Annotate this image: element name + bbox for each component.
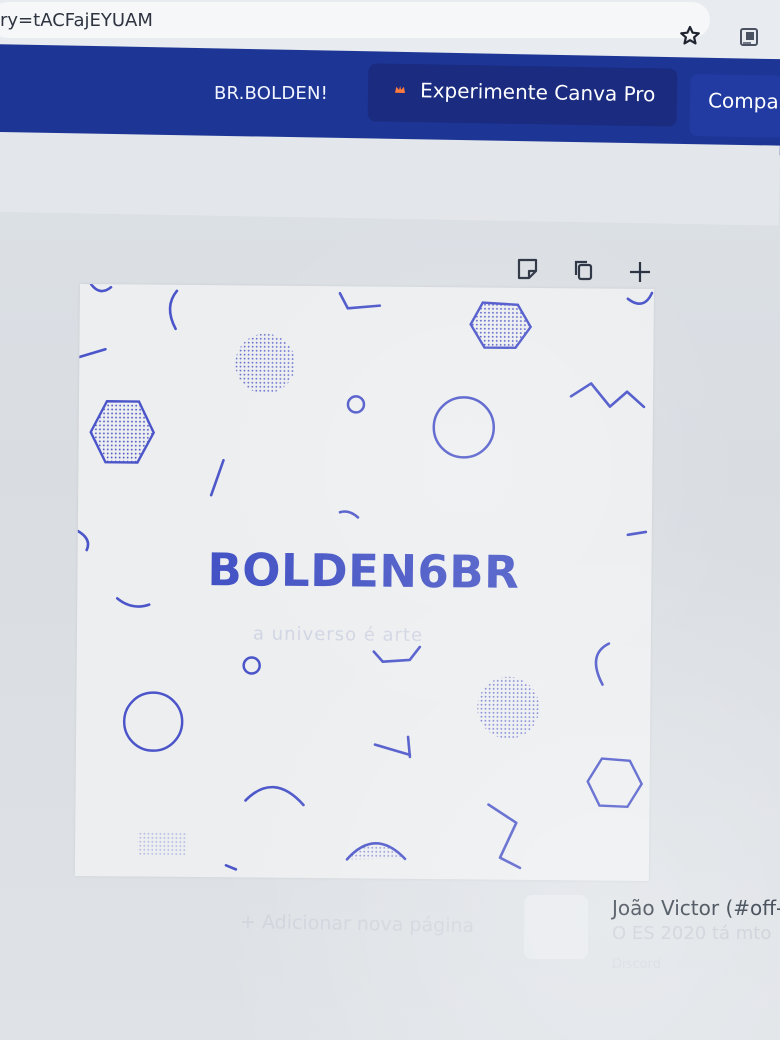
crown-icon <box>395 85 406 93</box>
discord-notification[interactable]: João Victor (#off- O ES 2020 tá mto Disc… <box>520 885 780 985</box>
star-icon[interactable] <box>678 24 702 48</box>
screen: ry=tACFajEYUAM BR.BOLDEN! Experimente Ca… <box>0 0 780 1040</box>
address-bar[interactable]: ry=tACFajEYUAM <box>0 2 710 38</box>
editor-toolbar-band <box>0 132 780 226</box>
copy-icon[interactable] <box>571 257 599 285</box>
extension-icon[interactable] <box>738 26 760 48</box>
note-icon[interactable] <box>514 256 542 284</box>
address-text: ry=tACFajEYUAM <box>0 10 153 31</box>
design-name[interactable]: BR.BOLDEN! <box>214 83 328 104</box>
design-subtitle[interactable]: a universo é arte <box>253 624 423 646</box>
avatar <box>524 895 588 959</box>
add-new-page-button[interactable]: + Adicionar nova página <box>240 911 475 937</box>
share-button[interactable]: Compa <box>689 74 780 138</box>
share-button-label: Compa <box>707 88 779 114</box>
notification-message: O ES 2020 tá mto <box>612 923 772 944</box>
page-actions <box>514 256 664 290</box>
design-canvas[interactable]: BOLDEN6BR a universo é arte <box>74 284 654 881</box>
plus-icon[interactable] <box>626 258 654 286</box>
notification-title: João Victor (#off- <box>612 896 780 920</box>
design-title[interactable]: BOLDEN6BR <box>207 543 519 599</box>
try-canva-pro-button[interactable]: Experimente Canva Pro <box>367 63 678 127</box>
try-canva-pro-label: Experimente Canva Pro <box>419 78 656 107</box>
notification-source: Discord <box>612 957 661 972</box>
